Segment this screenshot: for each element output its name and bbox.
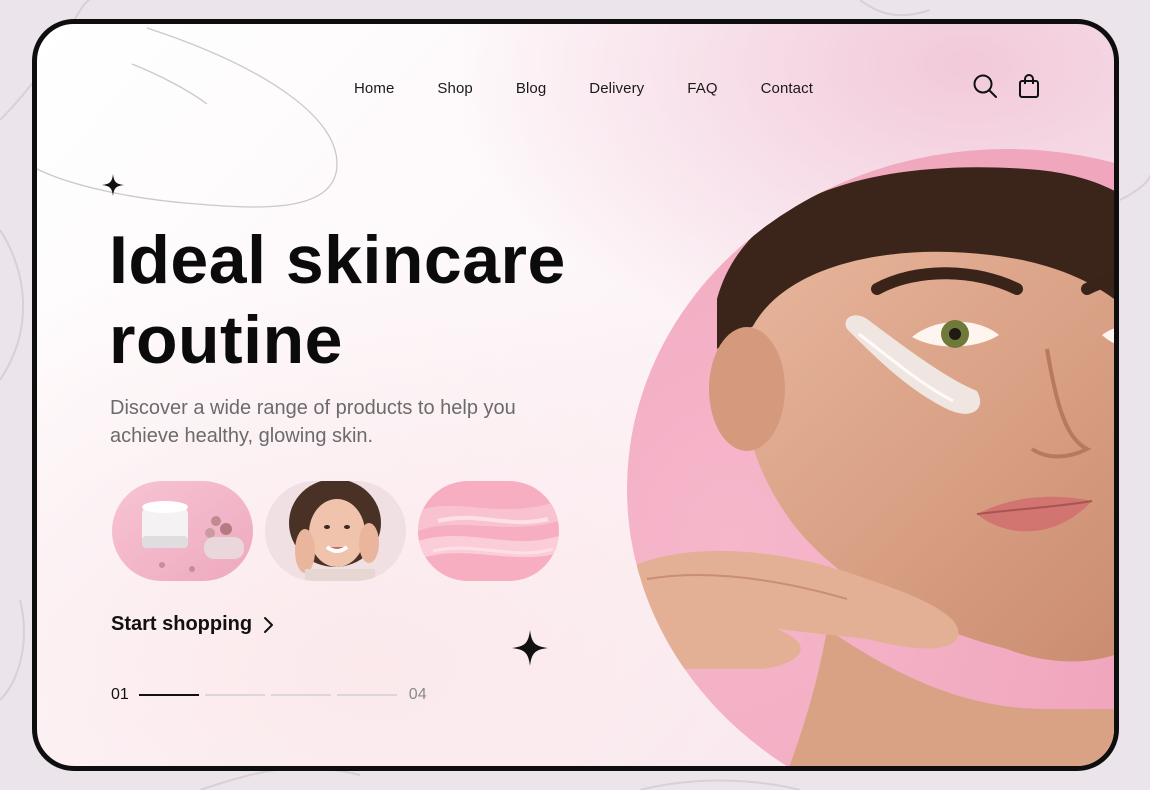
- pager-current: 01: [111, 686, 129, 703]
- nav-faq[interactable]: FAQ: [687, 80, 717, 97]
- hero-model-image: [627, 149, 1114, 766]
- nav-shop[interactable]: Shop: [437, 80, 472, 97]
- nav-contact[interactable]: Contact: [761, 80, 813, 97]
- hero-title-line-1: Ideal skincare: [109, 222, 566, 298]
- nav-home[interactable]: Home: [354, 80, 394, 97]
- sparkle-icon: [512, 630, 548, 666]
- start-shopping-label: Start shopping: [111, 613, 253, 635]
- pager-bar-2[interactable]: [204, 694, 265, 696]
- pager-bar-1[interactable]: [138, 694, 199, 696]
- hero-title: Ideal skincare routine: [109, 220, 669, 380]
- pager-bar-4[interactable]: [336, 694, 397, 696]
- hero-title-line-2: routine: [109, 302, 343, 378]
- landing-page-frame: Home Shop Blog Delivery FAQ Contact Idea…: [32, 19, 1119, 771]
- start-shopping-button[interactable]: Start shopping: [111, 613, 274, 636]
- sparkle-icon: [102, 174, 124, 196]
- nav-blog[interactable]: Blog: [516, 80, 546, 97]
- product-thumbnails: [112, 481, 559, 581]
- pink-cream-texture-thumbnail[interactable]: [418, 481, 559, 581]
- pager-total: 04: [408, 686, 427, 703]
- hero-subtitle: Discover a wide range of products to hel…: [110, 397, 516, 447]
- header-actions: [971, 72, 1043, 100]
- search-icon[interactable]: [971, 72, 999, 100]
- pager-bars: [138, 694, 397, 696]
- nav-delivery[interactable]: Delivery: [589, 80, 644, 97]
- shopping-bag-icon[interactable]: [1015, 72, 1043, 100]
- cream-jar-thumbnail[interactable]: [112, 481, 253, 581]
- pager-bar-3[interactable]: [270, 694, 331, 696]
- main-nav: Home Shop Blog Delivery FAQ Contact: [354, 80, 813, 97]
- slide-pager: 01 04: [111, 686, 427, 704]
- smiling-woman-thumbnail[interactable]: [265, 481, 406, 581]
- chevron-right-icon: [264, 616, 274, 633]
